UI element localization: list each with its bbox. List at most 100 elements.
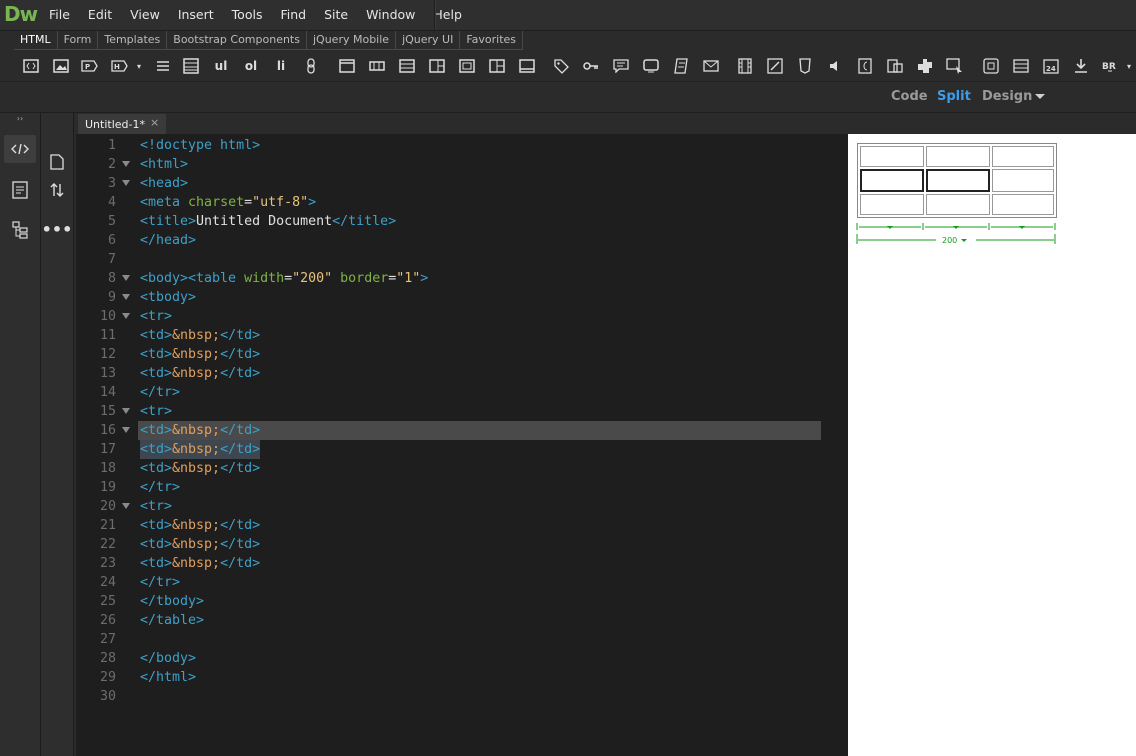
fold-arrow-icon[interactable]: [122, 275, 130, 281]
script-icon[interactable]: [672, 57, 690, 75]
code-line[interactable]: 2 <html>: [76, 155, 848, 174]
flash-icon[interactable]: [856, 57, 874, 75]
tab-jquery-mobile[interactable]: jQuery Mobile: [307, 31, 397, 49]
table-cell[interactable]: [992, 169, 1054, 192]
image-icon[interactable]: [52, 57, 70, 75]
email-icon[interactable]: [702, 57, 720, 75]
fold-arrow-icon[interactable]: [122, 294, 130, 300]
code-line[interactable]: 21 <td>&nbsp;</td>: [76, 516, 848, 535]
code-line[interactable]: 4 <meta charset="utf-8">: [76, 193, 848, 212]
header-icon[interactable]: [338, 57, 356, 75]
table-width-indicator[interactable]: 200: [856, 222, 1056, 246]
table-cell[interactable]: [992, 146, 1054, 167]
toolbar-more-chevron-icon[interactable]: ▾: [1120, 57, 1136, 75]
code-line[interactable]: 29 </html>: [76, 668, 848, 687]
code-line[interactable]: 9 <tbody>: [76, 288, 848, 307]
chevron-down-icon[interactable]: ▾: [130, 57, 148, 75]
code-line[interactable]: 30: [76, 687, 848, 706]
menu-find[interactable]: Find: [271, 0, 315, 30]
code-line[interactable]: 6 </head>: [76, 231, 848, 250]
split-view-button[interactable]: Split: [937, 89, 971, 104]
hyperlink-icon[interactable]: [302, 57, 320, 75]
collapse-icon[interactable]: ››: [0, 113, 40, 123]
code-line[interactable]: 26 </table>: [76, 611, 848, 630]
menu-edit[interactable]: Edit: [79, 0, 121, 30]
table-cell[interactable]: [860, 194, 924, 215]
code-line[interactable]: 22 <td>&nbsp;</td>: [76, 535, 848, 554]
code-line[interactable]: 18 <td>&nbsp;</td>: [76, 459, 848, 478]
table-cell[interactable]: [926, 194, 990, 215]
split-divider[interactable]: [821, 134, 848, 756]
tab-jquery-ui[interactable]: jQuery UI: [396, 31, 461, 49]
tab-favorites[interactable]: Favorites: [460, 31, 524, 49]
audio-icon[interactable]: [826, 57, 844, 75]
code-editor[interactable]: 1 <!doctype html> 2 <html> 3 <head> 4 <meta cha…: [76, 134, 848, 756]
code-line[interactable]: 20 <tr>: [76, 497, 848, 516]
fold-arrow-icon[interactable]: [122, 427, 130, 433]
div-icon[interactable]: [22, 57, 40, 75]
code-line[interactable]: 1 <!doctype html>: [76, 136, 848, 155]
code-line[interactable]: 15 <tr>: [76, 402, 848, 421]
code-line[interactable]: 27: [76, 630, 848, 649]
fold-arrow-icon[interactable]: [122, 408, 130, 414]
code-line[interactable]: 17 <td>&nbsp;</td>: [76, 440, 848, 459]
horizontal-rule-icon[interactable]: [1012, 57, 1030, 75]
view-dropdown-chevron-icon[interactable]: [1035, 94, 1045, 99]
menu-window[interactable]: Window: [357, 0, 424, 30]
table-cell-selected[interactable]: [860, 169, 924, 192]
tag-icon[interactable]: [552, 57, 570, 75]
more-options-icon[interactable]: •••: [41, 219, 73, 239]
iframe-icon[interactable]: [982, 57, 1000, 75]
table-cell-selected[interactable]: [926, 169, 990, 192]
monitor-icon[interactable]: [642, 57, 660, 75]
video-icon[interactable]: [736, 57, 754, 75]
code-line[interactable]: 23 <td>&nbsp;</td>: [76, 554, 848, 573]
code-line[interactable]: 16 <td>&nbsp;</td>: [76, 421, 848, 440]
table-cell[interactable]: [926, 146, 990, 167]
fold-arrow-icon[interactable]: [122, 180, 130, 186]
fold-arrow-icon[interactable]: [122, 503, 130, 509]
heading-icon[interactable]: H: [110, 57, 128, 75]
list-icon[interactable]: [154, 57, 172, 75]
code-line[interactable]: 28 </body>: [76, 649, 848, 668]
canvas-icon[interactable]: [766, 57, 784, 75]
html5-icon[interactable]: [796, 57, 814, 75]
article-icon[interactable]: [458, 57, 476, 75]
table-icon[interactable]: [182, 57, 200, 75]
code-line[interactable]: 13 <td>&nbsp;</td>: [76, 364, 848, 383]
comment-icon[interactable]: [612, 57, 630, 75]
tab-bootstrap-components[interactable]: Bootstrap Components: [167, 31, 307, 49]
menu-insert[interactable]: Insert: [169, 0, 223, 30]
live-view-icon[interactable]: [4, 175, 36, 205]
tab-html[interactable]: HTML: [14, 31, 58, 49]
fold-arrow-icon[interactable]: [122, 161, 130, 167]
menu-site[interactable]: Site: [315, 0, 357, 30]
code-line[interactable]: 8 <body><table width="200" border="1">: [76, 269, 848, 288]
code-line[interactable]: 24 </tr>: [76, 573, 848, 592]
code-line[interactable]: 11 <td>&nbsp;</td>: [76, 326, 848, 345]
code-line[interactable]: 19 </tr>: [76, 478, 848, 497]
character-icon[interactable]: BR: [1102, 57, 1120, 75]
code-line[interactable]: 7: [76, 250, 848, 269]
key-icon[interactable]: [582, 57, 600, 75]
table-cell[interactable]: [860, 146, 924, 167]
tab-templates[interactable]: Templates: [98, 31, 168, 49]
paragraph-icon[interactable]: P: [80, 57, 98, 75]
close-tab-icon[interactable]: ×: [150, 116, 159, 129]
date-icon[interactable]: 24: [1042, 57, 1060, 75]
fold-arrow-icon[interactable]: [122, 313, 130, 319]
code-line[interactable]: 10 <tr>: [76, 307, 848, 326]
code-view-button[interactable]: Code: [891, 89, 928, 104]
plugin-icon[interactable]: [886, 57, 904, 75]
dom-panel-icon[interactable]: [4, 215, 36, 245]
tab-form[interactable]: Form: [58, 31, 99, 49]
download-icon[interactable]: [1072, 57, 1090, 75]
ol-button[interactable]: ol: [242, 57, 260, 75]
rollover-image-icon[interactable]: [946, 57, 964, 75]
menu-view[interactable]: View: [121, 0, 169, 30]
footer-icon[interactable]: [518, 57, 536, 75]
menu-tools[interactable]: Tools: [223, 0, 272, 30]
design-view-button[interactable]: Design: [982, 89, 1032, 104]
widget-icon[interactable]: [916, 57, 934, 75]
navigation-icon[interactable]: [368, 57, 386, 75]
